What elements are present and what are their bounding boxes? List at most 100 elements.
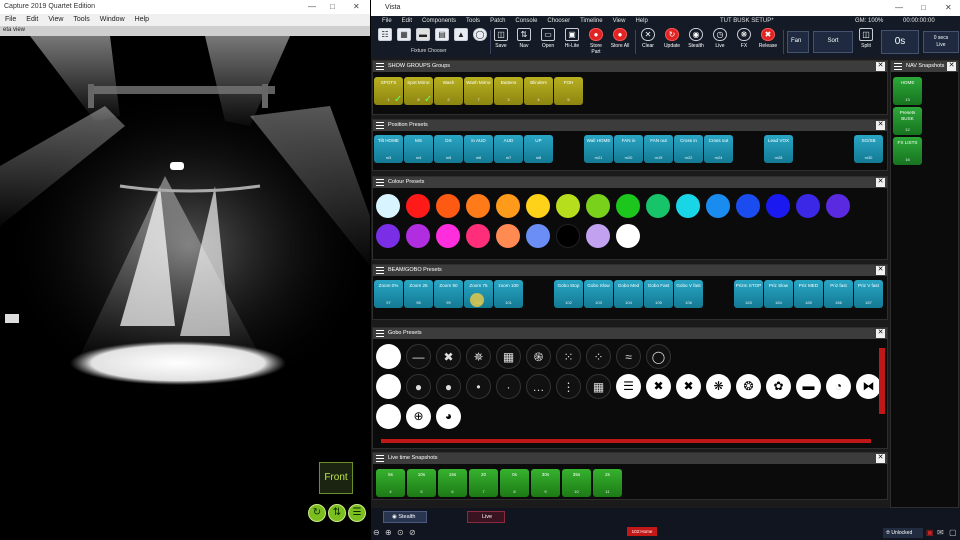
preset-wall-home[interactable]: Wall HOME m21: [584, 135, 613, 163]
colour-swatch[interactable]: [436, 194, 460, 218]
gobo-cross-white-icon[interactable]: ✖: [676, 374, 701, 399]
colour-swatch[interactable]: [616, 224, 640, 248]
gobo-speckle-icon[interactable]: ⁘: [586, 344, 611, 369]
preset-prizm-stop[interactable]: Prizm STOP 163: [734, 280, 763, 308]
preset-fan-out[interactable]: FAN out m19: [644, 135, 673, 163]
group-wash[interactable]: Wash 2: [434, 77, 463, 105]
colour-swatch[interactable]: [826, 194, 850, 218]
colour-swatch[interactable]: [556, 194, 580, 218]
menu-help[interactable]: Help: [130, 14, 154, 23]
close-icon[interactable]: ✕: [945, 3, 952, 12]
preset-fan-in[interactable]: FAN in m20: [614, 135, 643, 163]
preset-ms[interactable]: MS m4: [404, 135, 433, 163]
zoom-reset-icon[interactable]: ⊘: [409, 528, 416, 537]
preset-zoom-0[interactable]: Zoom 0% 97: [374, 280, 403, 308]
split-button[interactable]: ◫ Split: [855, 28, 877, 58]
gobo-flower-icon[interactable]: ✿: [766, 374, 791, 399]
gobo-pie-icon[interactable]: ◕: [436, 404, 461, 429]
zoom-out-icon[interactable]: ⊖: [373, 528, 380, 537]
menu-chooser[interactable]: Chooser: [542, 16, 575, 24]
open-button[interactable]: ▭ Open: [537, 28, 559, 58]
gobo-swirl-icon[interactable]: ֍: [526, 344, 551, 369]
menu-timeline[interactable]: Timeline: [575, 16, 607, 24]
stealth-toggle[interactable]: ◉ Stealth: [383, 511, 427, 523]
colour-swatch[interactable]: [526, 224, 550, 248]
screen-icon[interactable]: ▢: [949, 528, 957, 537]
chat-icon[interactable]: ✉: [937, 528, 944, 537]
colour-swatch[interactable]: [796, 194, 820, 218]
menu-file[interactable]: File: [377, 16, 397, 24]
colour-swatch[interactable]: [376, 224, 400, 248]
menu-components[interactable]: Components: [417, 16, 461, 24]
colour-swatch[interactable]: [406, 224, 430, 248]
minimize-icon[interactable]: —: [308, 2, 316, 11]
menu-console[interactable]: Console: [510, 16, 542, 24]
group-battens[interactable]: Battens 3: [494, 77, 523, 105]
snapshot-0s[interactable]: 0s 8: [500, 469, 529, 497]
group-foh[interactable]: FOH 5: [554, 77, 583, 105]
colour-swatch[interactable]: [436, 224, 460, 248]
colour-swatch[interactable]: [586, 224, 610, 248]
fx-button[interactable]: ❋ FX: [733, 28, 755, 58]
hamburger-icon[interactable]: [376, 122, 384, 129]
zoom-fit-icon[interactable]: ⊙: [397, 528, 404, 537]
preset-priz-med[interactable]: Priz MED 165: [794, 280, 823, 308]
preset-sg-sb[interactable]: SG/SB m30: [854, 135, 883, 163]
colour-swatch[interactable]: [706, 194, 730, 218]
hamburger-icon[interactable]: [376, 63, 384, 70]
snapshot-5s[interactable]: 5s 4: [376, 469, 405, 497]
snapshot-35s[interactable]: 35s 10: [562, 469, 591, 497]
colour-swatch[interactable]: [376, 194, 400, 218]
hamburger-icon[interactable]: [894, 63, 902, 70]
stage-3d-view[interactable]: [0, 36, 370, 540]
preset-priz-fast[interactable]: Priz fast 166: [824, 280, 853, 308]
menu-view[interactable]: View: [43, 14, 68, 23]
gobo-square-grid-icon[interactable]: ▦: [586, 374, 611, 399]
hamburger-icon[interactable]: [376, 330, 384, 337]
hamburger-icon[interactable]: [376, 455, 384, 462]
pan-view-icon[interactable]: ↻: [308, 504, 326, 522]
preset-in-aud[interactable]: in AUD m6: [464, 135, 493, 163]
preset-zoom-50[interactable]: Zoom 50 99: [434, 280, 463, 308]
gobo-cross-icon[interactable]: ✖: [436, 344, 461, 369]
nav-fx-lists[interactable]: FX LISTS 16: [893, 137, 922, 165]
preset-gobo-med[interactable]: Gobo Med 104: [614, 280, 643, 308]
sort-dropdown[interactable]: Sort: [813, 31, 853, 53]
gobo-dot-ring-2-icon[interactable]: ❂: [736, 374, 761, 399]
live-toggle[interactable]: Live: [467, 511, 505, 523]
preset-tilt-home[interactable]: Tilt HOME m3: [374, 135, 403, 163]
colour-swatch[interactable]: [466, 224, 490, 248]
close-icon[interactable]: ✕: [947, 62, 956, 71]
colour-swatch[interactable]: [736, 194, 760, 218]
colour-swatch[interactable]: [526, 194, 550, 218]
gobo-line-icon[interactable]: —: [406, 344, 431, 369]
gobo-wheel-icon[interactable]: ⊕: [406, 404, 431, 429]
clear-button[interactable]: ✕ Clear: [637, 28, 659, 58]
close-icon[interactable]: ✕: [876, 454, 885, 463]
menu-help[interactable]: Help: [630, 16, 652, 24]
gobo-bars-icon[interactable]: ☰: [616, 374, 641, 399]
colour-swatch[interactable]: [616, 194, 640, 218]
snapshot-15s[interactable]: 15s 6: [438, 469, 467, 497]
nav-button[interactable]: ⇅ Nav: [513, 28, 535, 58]
preset-cross-out[interactable]: Cross out m24: [704, 135, 733, 163]
maximize-icon[interactable]: □: [330, 2, 335, 11]
preset-zoom-100[interactable]: zoom 100 101: [494, 280, 523, 308]
gobo-open-white-icon[interactable]: [376, 344, 401, 369]
gobo-open-white-icon[interactable]: [376, 374, 401, 399]
snapshot-10s[interactable]: 10s 5: [407, 469, 436, 497]
preset-lead-vox[interactable]: Lead VOX m28: [764, 135, 793, 163]
colour-swatch[interactable]: [496, 224, 520, 248]
vertical-scrollbar[interactable]: [879, 348, 885, 414]
colour-swatch[interactable]: [496, 194, 520, 218]
gobo-quarter-icon[interactable]: ◔: [826, 374, 851, 399]
lock-status[interactable]: ⎊ Unlocked: [883, 528, 923, 538]
gobo-open-medium-icon[interactable]: ●: [436, 374, 461, 399]
preset-gobo-slow[interactable]: Gobo Slow 103: [584, 280, 613, 308]
nav-presets-busk[interactable]: Presets BUSK 12: [893, 107, 922, 135]
nav-home[interactable]: HOME 13: [893, 77, 922, 105]
menu-window[interactable]: Window: [95, 14, 130, 23]
preset-cross-in[interactable]: Cross in m22: [674, 135, 703, 163]
menu-patch[interactable]: Patch: [485, 16, 510, 24]
menu-file[interactable]: File: [0, 14, 21, 23]
